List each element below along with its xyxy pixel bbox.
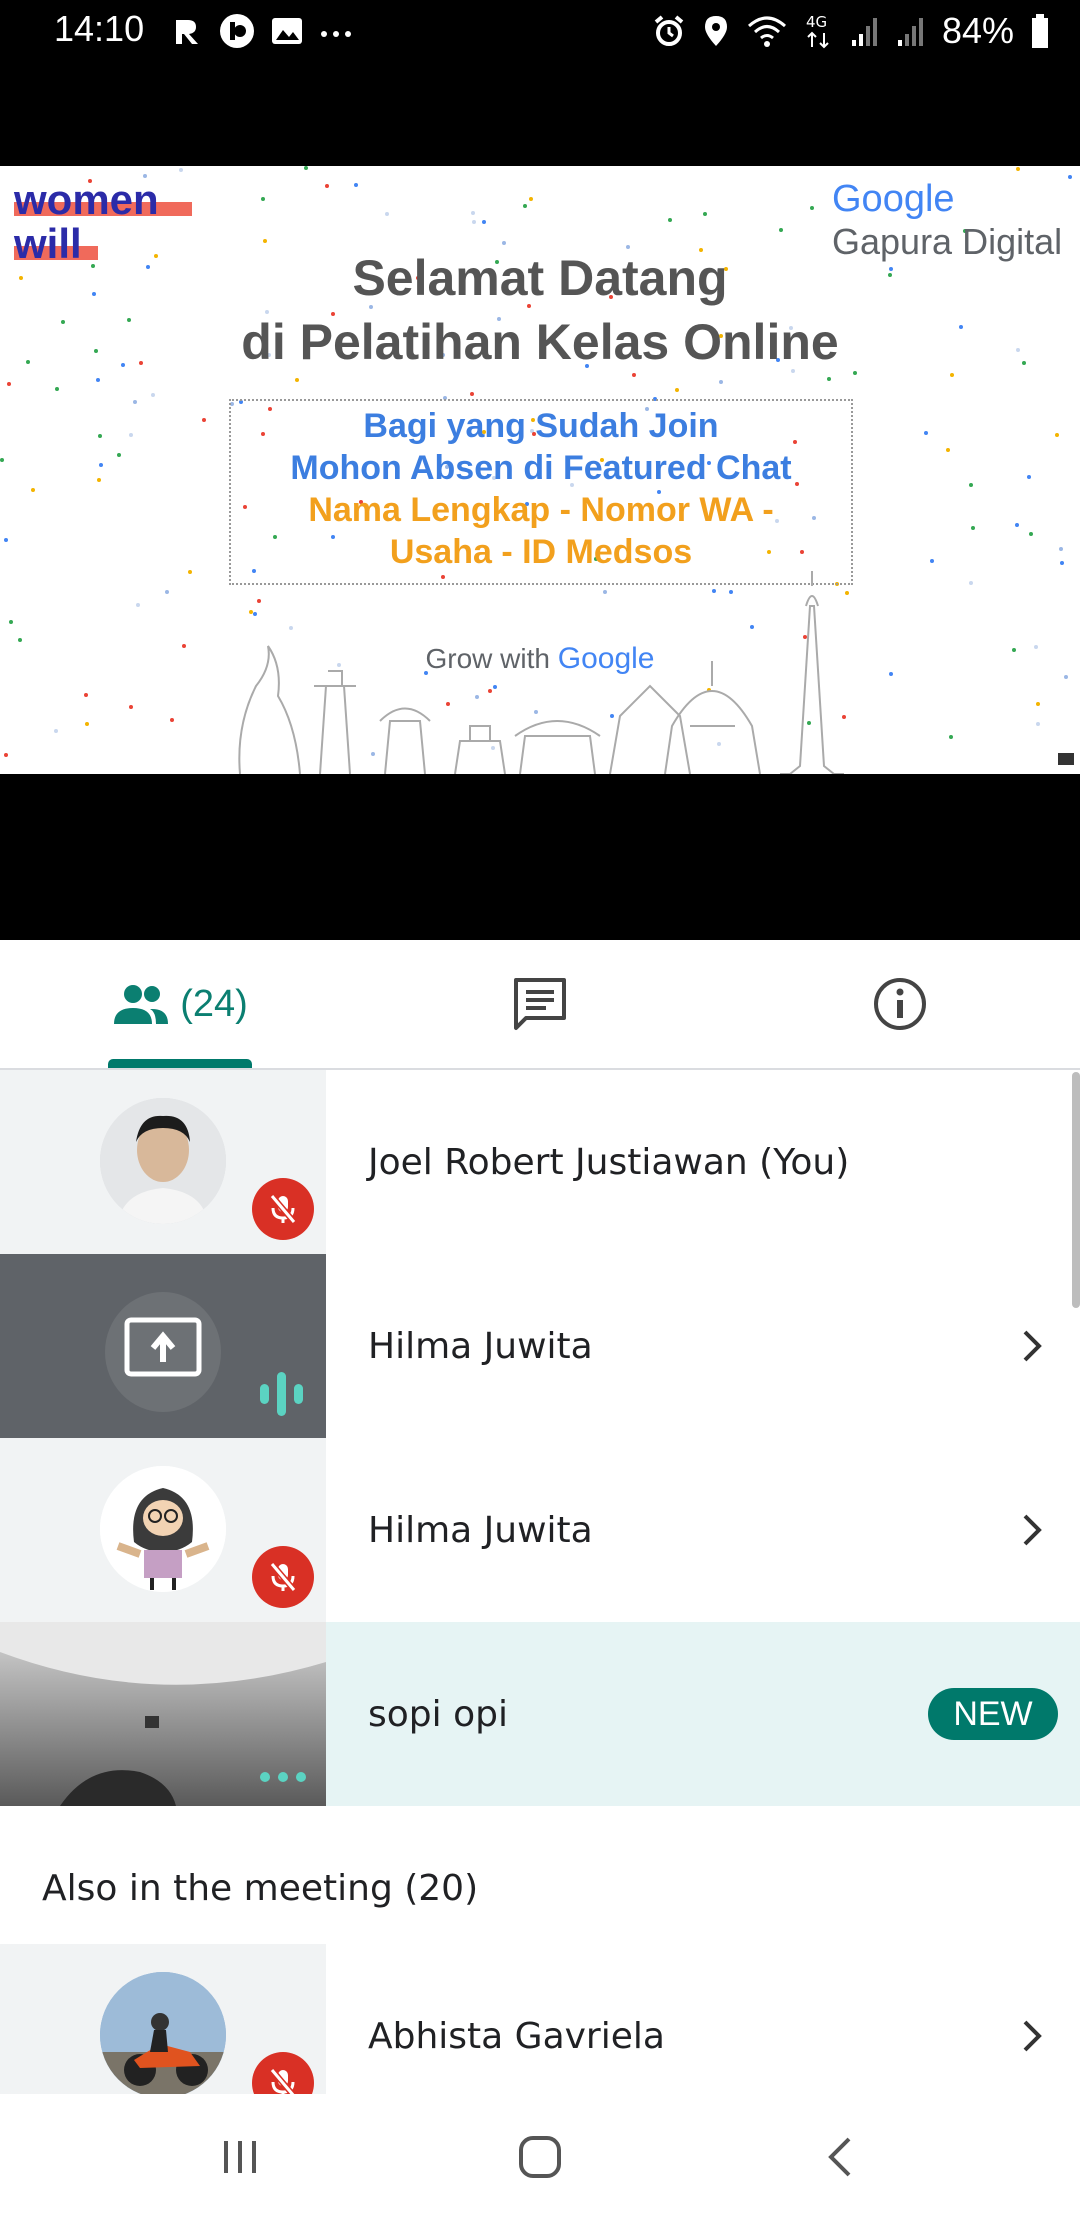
participant-count: (24) <box>180 982 248 1025</box>
participant-row-new[interactable]: sopi opi NEW <box>0 1622 1080 1806</box>
people-icon <box>114 985 169 1024</box>
battery-percent: 84% <box>941 10 1014 51</box>
presenter-thumbnail <box>1058 753 1074 765</box>
more-options-icon <box>260 1772 306 1782</box>
mic-off-icon <box>252 1546 314 1608</box>
participant-row[interactable]: Hilma Juwita <box>0 1438 1080 1622</box>
gallery-icon <box>272 18 302 44</box>
avatar-photo <box>100 1098 226 1224</box>
battery-icon <box>1032 14 1048 48</box>
participant-video-tile <box>0 1622 326 1806</box>
new-badge: NEW <box>928 1688 1058 1740</box>
avatar <box>100 1098 226 1224</box>
video-app-icon <box>220 14 254 48</box>
tab-chat[interactable] <box>360 940 720 1068</box>
tab-people[interactable]: (24) <box>0 940 360 1068</box>
avatar-photo <box>100 1972 226 2094</box>
participant-row[interactable]: Joel Robert Justiawan (You) <box>0 1070 1080 1254</box>
avatar <box>100 1466 226 1592</box>
signal-icon-2 <box>897 18 923 46</box>
avatar-illustration <box>100 1466 226 1592</box>
participant-name: sopi opi <box>368 1693 508 1735</box>
scrollbar[interactable] <box>1072 1072 1080 1308</box>
present-screen-icon <box>124 1317 202 1377</box>
mic-off-icon <box>252 2052 314 2094</box>
network-type-label: 4G <box>806 13 827 31</box>
meeting-tabs: (24) <box>0 940 1080 1070</box>
wifi-icon <box>747 16 786 47</box>
status-bar: 14:10 4G 84% <box>0 0 1080 64</box>
recent-apps-button[interactable] <box>180 2094 300 2220</box>
video-letterbox-top <box>0 64 1080 166</box>
recent-apps-icon <box>224 2141 256 2173</box>
notification-icons <box>170 12 358 50</box>
more-icon <box>321 31 351 37</box>
participant-tile <box>0 1438 326 1622</box>
network-4g-icon: 4G <box>806 13 829 49</box>
back-icon <box>828 2137 851 2177</box>
participant-tile <box>0 1254 326 1438</box>
chat-icon <box>514 978 566 1030</box>
audio-level-icon <box>260 1372 303 1416</box>
home-button[interactable] <box>480 2094 600 2220</box>
participant-row[interactable]: Abhista Gavriela <box>0 1944 1080 2094</box>
tab-info[interactable] <box>720 940 1080 1068</box>
participant-name: Hilma Juwita <box>368 1325 593 1367</box>
alarm-icon <box>654 15 684 46</box>
system-nav-bar <box>0 2094 1080 2220</box>
system-icons: 4G 84% <box>652 10 1050 52</box>
info-icon <box>874 978 926 1030</box>
avatar <box>100 1972 226 2094</box>
video-letterbox-bottom <box>0 774 1080 940</box>
participant-name: Abhista Gavriela <box>368 2015 665 2057</box>
participant-row[interactable]: Hilma Juwita <box>0 1254 1080 1438</box>
status-time: 14:10 <box>54 8 145 49</box>
signal-icon-1 <box>851 18 877 46</box>
logo-women-text: women <box>14 176 159 223</box>
active-tab-indicator <box>108 1059 252 1068</box>
participant-tile <box>0 1944 326 2094</box>
chevron-right-icon[interactable] <box>1020 1254 1044 1438</box>
participant-tile <box>0 1070 326 1254</box>
presentation-slide[interactable]: women will Google Gapura Digital Selamat… <box>0 166 1080 774</box>
logo-will-text: will <box>14 220 82 267</box>
app-notification-icon <box>176 20 198 44</box>
participant-name: Hilma Juwita <box>368 1509 593 1551</box>
also-in-meeting-label: Also in the meeting (20) <box>42 1868 479 1909</box>
mic-off-icon <box>252 1178 314 1240</box>
landmarks-illustration <box>238 571 844 774</box>
back-button[interactable] <box>780 2094 900 2220</box>
participant-name: Joel Robert Justiawan (You) <box>368 1141 850 1183</box>
chevron-right-icon[interactable] <box>1020 1944 1044 2094</box>
location-icon <box>704 16 727 46</box>
home-icon <box>519 2136 561 2178</box>
chevron-right-icon[interactable] <box>1020 1438 1044 1622</box>
